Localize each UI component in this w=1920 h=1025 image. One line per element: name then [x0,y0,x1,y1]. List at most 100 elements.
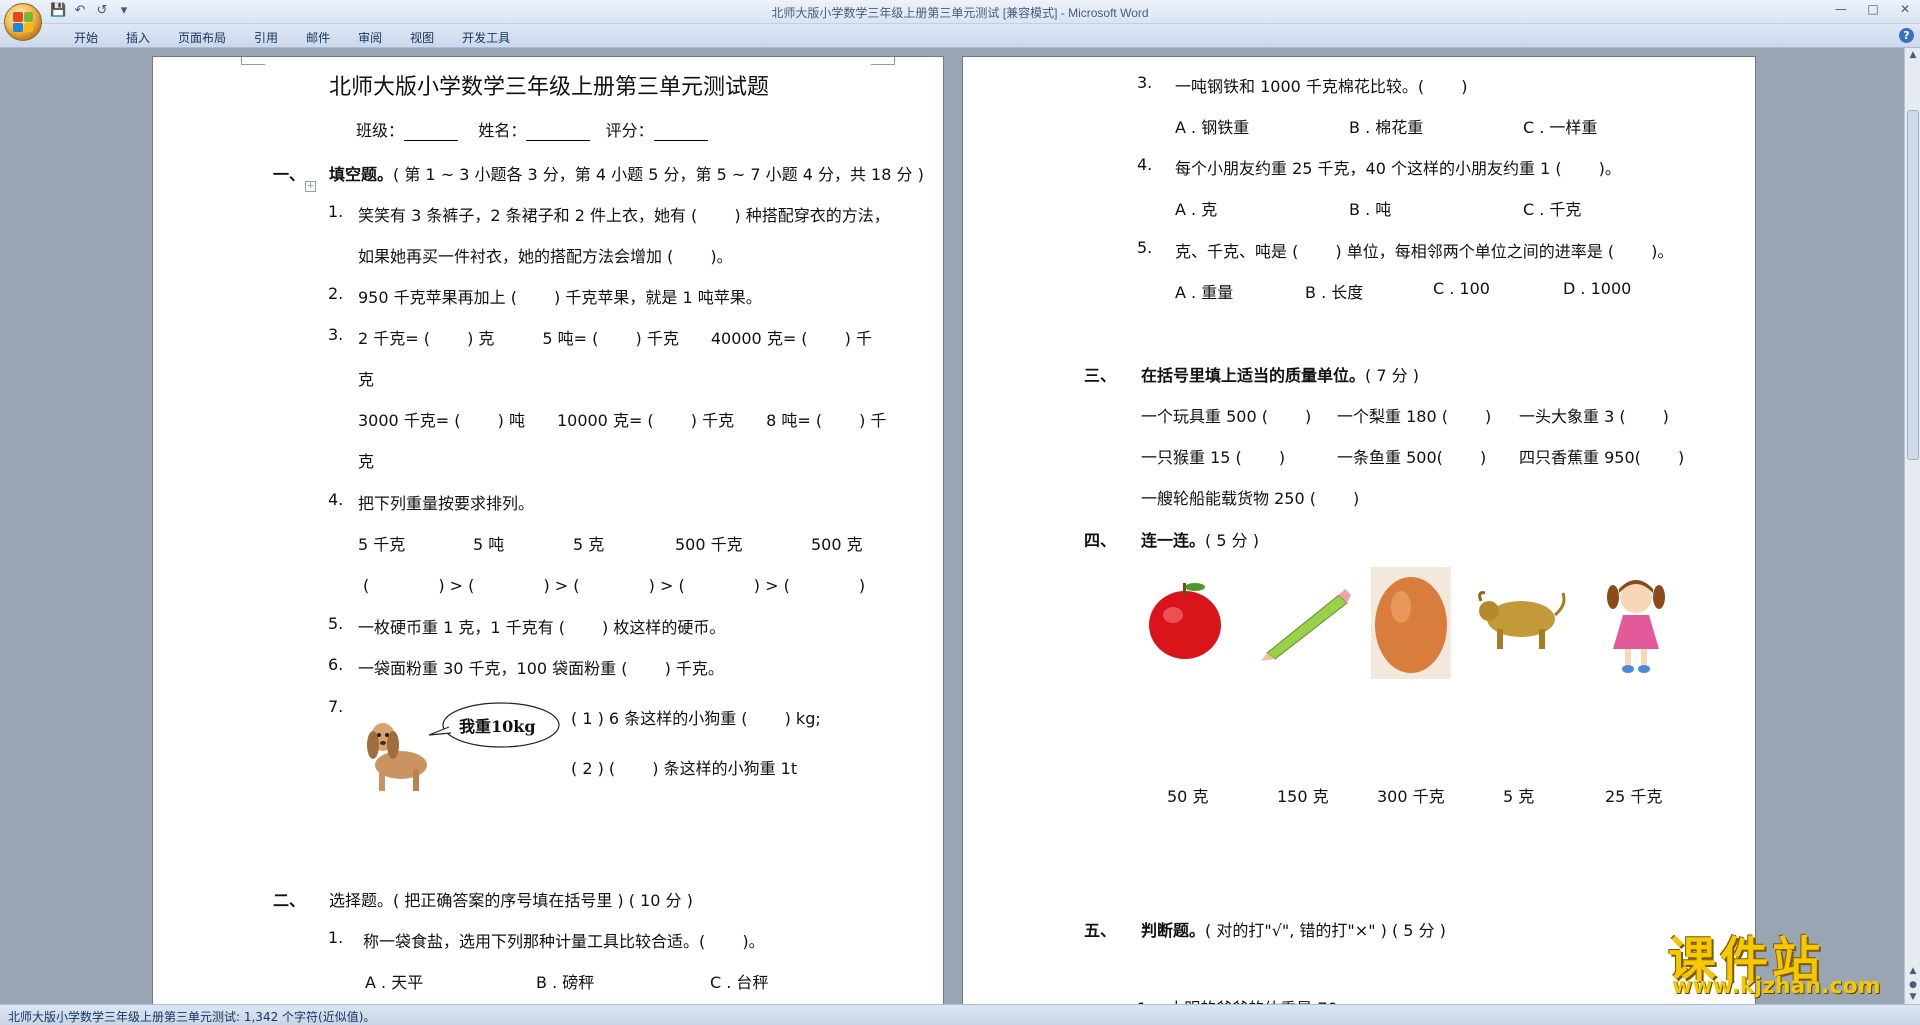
select-browse-object-icon[interactable]: ● [1907,980,1919,992]
question-text: 如果她再买一件衬衣，她的搭配方法会增加 ( )。 [358,247,733,266]
question-text: 一袋面粉重 30 千克，100 袋面粉重 ( ) 千克。 [358,659,724,678]
option: C . 台秤 [710,973,769,992]
option: C . 一样重 [1523,118,1598,137]
apple-image [1149,583,1221,659]
status-bar: 北师大版小学数学三年级上册第三单元测试: 1,342 个字符(近似值)。 [0,1004,1920,1025]
tab-0[interactable]: 开始 [60,29,112,46]
option: B . 棉花重 [1349,118,1424,137]
question-text: 3000 千克= ( ) 吨 10000 克= ( ) 千克 8 吨= ( ) … [358,411,887,430]
scroll-up-icon[interactable]: ▲ [1907,50,1919,62]
office-button[interactable] [4,3,42,41]
question-number: 3. [1137,73,1153,92]
question-number: 4. [328,490,344,509]
weight-item: 500 千克 [675,535,743,554]
tab-2[interactable]: 页面布局 [164,29,240,46]
question-number: 7. [328,697,344,716]
restore-icon[interactable]: □ [1864,2,1882,16]
question-text: 笑笑有 3 条裤子，2 条裙子和 2 件上衣，她有 ( ) 种搭配穿衣的方法， [358,206,890,225]
document-area: 北师大版小学数学三年级上册第三单元测试题 班级： 姓名： 评分： 一、 填空题。… [0,48,1920,1016]
unit-question: 一头大象重 3 ( ) [1519,407,1669,426]
egg-image [1371,567,1451,679]
weight-label: 25 千克 [1605,787,1663,806]
watermark: 课件站 www.kjzhan.com [1668,920,1908,999]
score-field[interactable] [653,123,708,141]
minimize-icon[interactable]: — [1832,2,1850,16]
question-number: 6. [328,655,344,674]
question-number: 2. [328,284,344,303]
option: B . 长度 [1305,283,1364,302]
section-5-num: 五、 [1084,921,1117,940]
class-label: 班级： [356,121,405,140]
question-text: 950 千克苹果再加上 ( ) 千克苹果，就是 1 吨苹果。 [358,288,762,307]
office-logo-icon [13,12,33,32]
ribbon-tabs: 开始 插入 页面布局 引用 邮件 审阅 视图 开发工具 ? [0,24,1920,48]
tab-1[interactable]: 插入 [112,29,164,46]
section-1-num: 一、 [273,165,306,184]
pencil-image [1261,589,1351,661]
question-text: 克 [358,452,375,471]
section-4-heading: 连一连。( 5 分 ) [1141,531,1259,550]
info-line: 班级： 姓名： 评分： [356,117,708,141]
next-page-icon[interactable]: ▼ [1907,992,1919,1004]
weight-item: 5 吨 [473,535,505,554]
table-move-handle-icon[interactable]: + [305,181,316,192]
page-title: 北师大版小学数学三年级上册第三单元测试题 [329,75,770,100]
bubble-text: 我重10kg [459,717,536,736]
option: D . 1000 [1563,279,1632,298]
question-number: 4. [1137,155,1153,174]
score-label: 评分： [605,121,654,140]
option: A . 天平 [365,973,424,992]
question-text: 一吨钢铁和 1000 千克棉花比较。( ) [1175,77,1468,96]
weight-item: 5 千克 [358,535,406,554]
question-number: 3. [328,325,344,344]
tab-7[interactable]: 开发工具 [448,29,524,46]
window-controls: — □ ✕ [1832,2,1914,16]
dog-image [367,723,427,791]
vertical-scrollbar[interactable]: ▲ ▲ ● ▼ [1904,48,1920,1004]
option: A . 克 [1175,200,1218,219]
question-text: 克、千克、吨是 ( ) 单位，每相邻两个单位之间的进率是 ( )。 [1175,242,1674,261]
margin-mark [871,57,895,65]
question-text: ( 1 ) 6 条这样的小狗重 ( ) kg; [571,709,821,728]
tab-5[interactable]: 审阅 [344,29,396,46]
tab-3[interactable]: 引用 [240,29,292,46]
option: C . 100 [1433,279,1490,298]
margin-mark [241,57,265,65]
question-text: ( 2 ) ( ) 条这样的小狗重 1t [571,759,798,778]
section-2-heading: 选择题。( 把正确答案的序号填在括号里 ) ( 10 分 ) [329,891,693,910]
tab-6[interactable]: 视图 [396,29,448,46]
weight-label: 5 克 [1503,787,1535,806]
weight-label: 150 克 [1277,787,1329,806]
help-icon[interactable]: ? [1899,28,1914,43]
option: A . 重量 [1175,283,1234,302]
bull-image [1478,591,1566,649]
section-2-num: 二、 [273,891,306,910]
window-title: 北师大版小学数学三年级上册第三单元测试 [兼容模式] - Microsoft W… [771,6,1149,20]
page-left: 北师大版小学数学三年级上册第三单元测试题 班级： 姓名： 评分： 一、 填空题。… [152,56,944,1016]
unit-question: 一艘轮船能载货物 250 ( ) [1141,489,1360,508]
name-label: 姓名： [478,121,527,140]
weight-item: 5 克 [573,535,605,554]
section-3-num: 三、 [1084,366,1117,385]
weight-label: 50 克 [1167,787,1209,806]
girl-image [1607,580,1665,673]
section-4-num: 四、 [1084,531,1117,550]
question-number: 1. [328,202,344,221]
close-icon[interactable]: ✕ [1896,2,1914,16]
question-text: 克 [358,370,375,389]
prev-page-icon[interactable]: ▲ [1907,966,1919,978]
question-text: 称一袋食盐，选用下列那种计量工具比较合适。( )。 [363,932,765,951]
page-right: 3. 一吨钢铁和 1000 千克棉花比较。( ) A . 钢铁重 B . 棉花重… [962,56,1756,1016]
tab-4[interactable]: 邮件 [292,29,344,46]
section-1-heading: 填空题。( 第 1 ~ 3 小题各 3 分，第 4 小题 5 分，第 5 ~ 7… [329,165,924,184]
class-field[interactable] [404,123,459,141]
name-field[interactable] [526,123,591,141]
option: C . 千克 [1523,200,1582,219]
option: A . 钢铁重 [1175,118,1250,137]
unit-question: 一只猴重 15 ( ) [1141,448,1286,467]
unit-question: 一个玩具重 500 ( ) [1141,407,1312,426]
option: B . 吨 [1349,200,1392,219]
scroll-thumb[interactable] [1907,110,1919,460]
question-text: 每个小朋友约重 25 千克，40 个这样的小朋友约重 1 ( )。 [1175,159,1621,178]
section-3-heading: 在括号里填上适当的质量单位。( 7 分 ) [1141,366,1419,385]
